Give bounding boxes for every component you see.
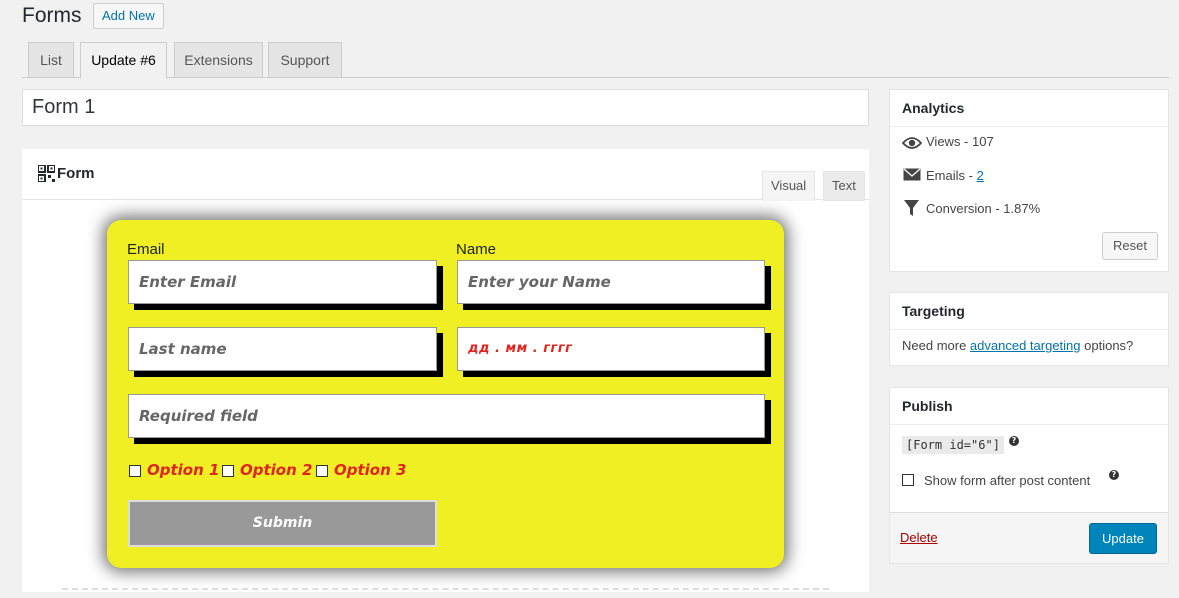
option-2-label: Option 2 (240, 461, 313, 479)
option-3-checkbox[interactable] (316, 465, 328, 477)
email-field[interactable]: Enter Email (128, 260, 437, 304)
show-after-help-icon[interactable]: ? (1109, 470, 1119, 480)
name-label: Name (456, 241, 497, 258)
eye-icon (902, 137, 922, 149)
tab-list[interactable]: List (28, 42, 74, 78)
update-button[interactable]: Update (1089, 523, 1157, 554)
dashed-divider (62, 588, 829, 598)
shortcode: [Form id="6"] (902, 436, 1004, 454)
envelope-icon (903, 168, 921, 181)
emails-count-link[interactable]: 2 (977, 168, 984, 183)
option-1-label: Option 1 (147, 461, 220, 479)
conversion-stat: Conversion - 1.87% (926, 201, 1041, 216)
show-after-label: Show form after post content (924, 473, 1091, 488)
analytics-title: Analytics (890, 90, 1168, 127)
option-2-checkbox[interactable] (222, 465, 234, 477)
tab-support[interactable]: Support (268, 42, 342, 78)
targeting-text-after: options? (1080, 338, 1134, 353)
emails-label: Emails - (926, 168, 977, 183)
last-name-field[interactable]: Last name (128, 327, 437, 371)
editor-title: Form (57, 165, 95, 182)
targeting-text-before: Need more (902, 338, 970, 353)
page-title: Forms (22, 4, 82, 27)
targeting-text: Need more advanced targeting options? (902, 338, 1133, 353)
editor-header (22, 149, 869, 200)
delete-link[interactable]: Delete (900, 530, 938, 545)
views-stat: Views - 107 (926, 134, 994, 149)
date-field[interactable]: дд . мм . гггг (457, 327, 765, 371)
tab-text[interactable]: Text (823, 171, 865, 201)
reset-button[interactable]: Reset (1102, 232, 1158, 260)
funnel-icon (904, 200, 919, 216)
submit-button[interactable]: Submin (128, 500, 437, 547)
required-field[interactable]: Required field (128, 394, 765, 438)
tab-update[interactable]: Update #6 (80, 42, 167, 79)
tab-visual[interactable]: Visual (762, 171, 816, 201)
email-label: Email (127, 241, 165, 258)
emails-stat: Emails - 2 (926, 168, 984, 183)
add-new-button[interactable]: Add New (93, 3, 164, 29)
form-title-input[interactable]: Form 1 (22, 89, 869, 126)
publish-title: Publish (890, 388, 1168, 425)
tab-extensions[interactable]: Extensions (174, 42, 263, 78)
show-after-checkbox[interactable] (902, 474, 914, 486)
name-field[interactable]: Enter your Name (457, 260, 765, 304)
targeting-box: Targeting (889, 292, 1169, 366)
targeting-title: Targeting (890, 293, 1168, 330)
option-1-checkbox[interactable] (129, 465, 141, 477)
advanced-targeting-link[interactable]: advanced targeting (970, 338, 1081, 353)
option-3-label: Option 3 (334, 461, 407, 479)
shortcode-help-icon[interactable]: ? (1009, 436, 1019, 446)
qrcode-icon (38, 165, 55, 182)
